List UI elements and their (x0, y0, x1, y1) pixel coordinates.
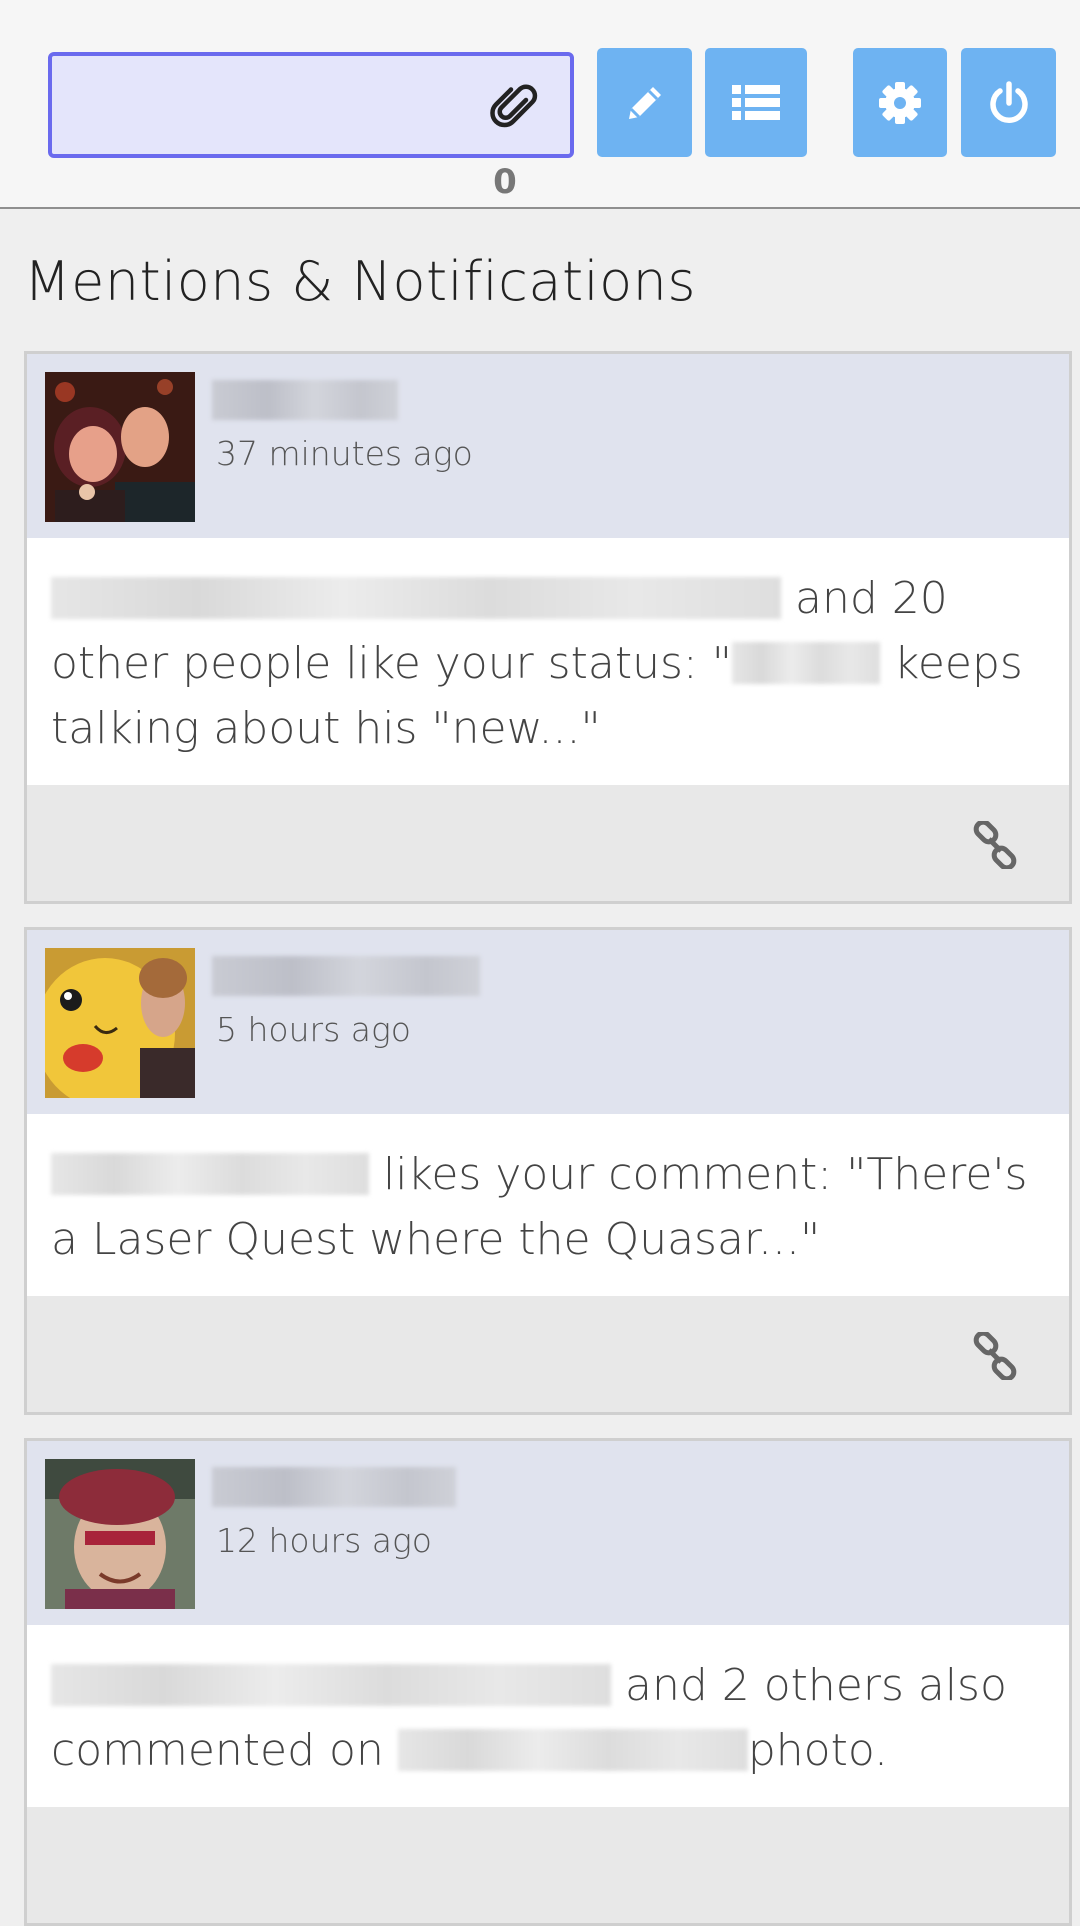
status-input[interactable] (68, 56, 492, 156)
author-name-redacted (212, 956, 480, 996)
notification-footer (27, 1807, 1069, 1923)
notification-text: and 20 other people like your status: " … (27, 538, 1069, 785)
avatar-photo (45, 372, 195, 522)
notification-text: and 2 others also commented on photo. (27, 1625, 1069, 1807)
notification-header: 5 hours ago (27, 930, 1069, 1114)
power-icon (989, 80, 1028, 123)
notification-text: likes your comment: "There's a Laser Que… (27, 1114, 1069, 1296)
redacted-names (51, 1664, 611, 1706)
avatar[interactable] (45, 948, 195, 1098)
notification-card: 37 minutes ago and 20 other people like … (24, 351, 1072, 904)
redacted-name (51, 1153, 369, 1195)
redacted-names (51, 577, 781, 619)
notification-time: 12 hours ago (216, 1521, 432, 1560)
avatar-photo (45, 948, 195, 1098)
settings-button[interactable] (853, 48, 947, 157)
redacted-name (397, 1729, 748, 1771)
top-toolbar: 0 (0, 0, 1080, 209)
link-icon[interactable] (971, 821, 1019, 869)
gear-icon (879, 81, 921, 124)
author-name-redacted (212, 1467, 456, 1507)
avatar[interactable] (45, 372, 195, 522)
notification-time: 5 hours ago (216, 1010, 411, 1049)
notification-header: 37 minutes ago (27, 354, 1069, 538)
redacted-name (731, 642, 880, 684)
author-name-redacted (212, 380, 398, 420)
avatar[interactable] (45, 1459, 195, 1609)
compose-button[interactable] (597, 48, 692, 157)
notification-footer (27, 785, 1069, 901)
post-input-box[interactable] (48, 52, 574, 158)
paperclip-icon[interactable] (490, 80, 542, 132)
logout-button[interactable] (961, 48, 1056, 157)
page-title: Mentions & Notifications (24, 250, 697, 313)
list-icon (732, 84, 780, 120)
link-icon[interactable] (971, 1332, 1019, 1380)
notification-footer (27, 1296, 1069, 1412)
character-count: 0 (493, 162, 517, 202)
timeline-list-button[interactable] (705, 48, 807, 157)
notification-card: 5 hours ago likes your comment: "There's… (24, 927, 1072, 1415)
notification-time: 37 minutes ago (216, 434, 473, 473)
notification-header: 12 hours ago (27, 1441, 1069, 1625)
avatar-photo (45, 1459, 195, 1609)
notification-card: 12 hours ago and 2 others also commented… (24, 1438, 1072, 1926)
pencil-icon (628, 86, 661, 119)
